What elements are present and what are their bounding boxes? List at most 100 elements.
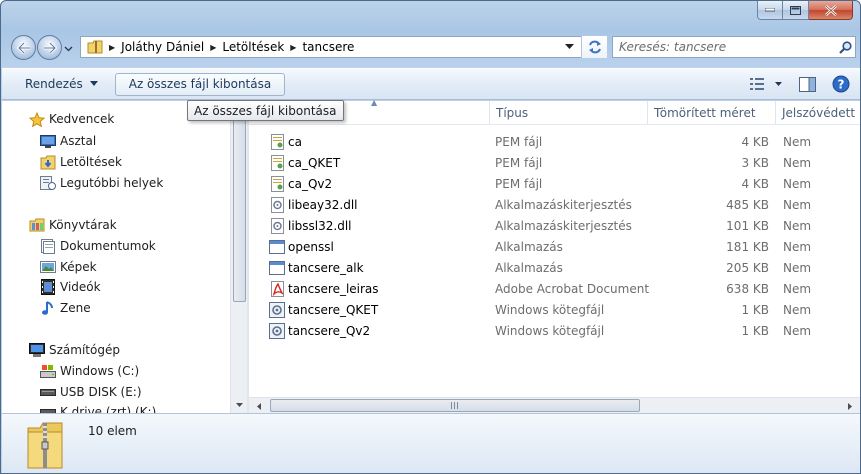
- back-button[interactable]: [11, 35, 36, 60]
- breadcrumb-item-current[interactable]: tancsere: [302, 40, 354, 54]
- refresh-icon: [588, 40, 601, 54]
- organize-button[interactable]: Rendezés: [17, 73, 107, 95]
- close-button[interactable]: [809, 1, 853, 20]
- caption-buttons: [757, 1, 853, 20]
- search-icon[interactable]: [835, 40, 855, 54]
- breadcrumb: ▶ Joláthy Dániel ▶ Letöltések ▶ tancsere: [103, 37, 354, 57]
- computer-icon: [28, 342, 45, 358]
- nav-item-network-drive[interactable]: K drive (zrt) (K:): [39, 403, 156, 413]
- preview-pane-button[interactable]: [796, 73, 818, 95]
- file-row[interactable]: tancsere_QKET Windows kötegfájl 1 KB Nem: [249, 299, 860, 320]
- file-name: ca_Qv2: [288, 176, 333, 191]
- column-header-type[interactable]: Típus: [489, 101, 647, 125]
- change-view-button[interactable]: [748, 73, 784, 95]
- navigation-bar: ▶ Joláthy Dániel ▶ Letöltések ▶ tancsere…: [9, 34, 856, 60]
- nav-item-recent-places[interactable]: Legutóbbi helyek: [39, 174, 163, 192]
- nav-libraries[interactable]: Könyvtárak: [28, 216, 117, 234]
- zip-folder-icon: [26, 420, 64, 473]
- maximize-button[interactable]: [783, 1, 809, 20]
- column-header-compressed-size[interactable]: Tömörített méret: [647, 101, 775, 125]
- extract-all-label: Az összes fájl kibontása: [128, 77, 272, 91]
- file-name-cell[interactable]: tancsere_leiras: [269, 278, 379, 299]
- breadcrumb-separator-icon[interactable]: ▶: [109, 43, 115, 52]
- file-name-cell[interactable]: tancsere_QKET: [269, 299, 378, 320]
- file-row[interactable]: tancsere_leiras Adobe Acrobat Document 638…: [249, 278, 860, 299]
- file-name-cell[interactable]: tancsere_Qv2: [269, 320, 370, 341]
- nav-item-label: Windows (C:): [60, 364, 140, 378]
- scroll-left-arrow-icon[interactable]: [251, 398, 267, 414]
- minimize-button[interactable]: [757, 1, 783, 20]
- tooltip: Az összes fájl kibontása: [187, 100, 344, 121]
- nav-computer[interactable]: Számítógép: [28, 341, 120, 359]
- file-name-cell[interactable]: ca: [269, 131, 302, 152]
- extract-all-button[interactable]: Az összes fájl kibontása: [114, 72, 286, 96]
- downloads-folder-icon: [39, 154, 56, 170]
- address-history-dropdown[interactable]: [557, 36, 581, 58]
- file-type: PEM fájl: [495, 134, 543, 149]
- documents-icon: [39, 238, 56, 254]
- scrollbar-thumb[interactable]: [233, 118, 246, 302]
- file-name-cell[interactable]: ca_QKET: [269, 152, 340, 173]
- file-type: PEM fájl: [495, 176, 543, 191]
- file-name-cell[interactable]: ca_Qv2: [269, 173, 332, 194]
- file-row[interactable]: ca PEM fájl 4 KB Nem: [249, 131, 860, 152]
- breadcrumb-separator-icon[interactable]: ▶: [210, 43, 216, 52]
- file-password-protected: Nem: [783, 197, 812, 212]
- file-row[interactable]: tancsere_alk Alkalmazás 205 KB Nem: [249, 257, 860, 278]
- help-button[interactable]: ?: [830, 73, 852, 95]
- breadcrumb-item-user[interactable]: Joláthy Dániel: [121, 40, 204, 54]
- file-row[interactable]: libssl32.dll Alkalmazáskiterjesztés 101 KB…: [249, 215, 860, 236]
- file-name-cell[interactable]: tancsere_alk: [269, 257, 364, 278]
- file-row[interactable]: ca_Qv2 PEM fájl 4 KB Nem: [249, 173, 860, 194]
- zip-folder-icon: [87, 39, 103, 55]
- file-name-cell[interactable]: libssl32.dll: [269, 215, 352, 236]
- file-compressed-size: 4 KB: [741, 134, 769, 149]
- file-row[interactable]: openssl Alkalmazás 181 KB Nem: [249, 236, 860, 257]
- nav-item-label: Legutóbbi helyek: [60, 176, 164, 190]
- column-header-password-protected[interactable]: Jelszóvédett: [775, 101, 860, 125]
- scrollbar-thumb[interactable]: [270, 399, 640, 412]
- nav-item-drive-c[interactable]: Windows (C:): [39, 362, 139, 380]
- nav-item-usb-disk[interactable]: USB DISK (E:): [39, 383, 142, 401]
- file-name-cell[interactable]: openssl: [269, 236, 334, 257]
- column-type-label: Típus: [496, 106, 529, 120]
- dll-icon: [269, 217, 285, 234]
- file-compressed-size: 4 KB: [741, 176, 769, 191]
- forward-button[interactable]: [37, 35, 62, 60]
- nav-item-videos[interactable]: Videók: [39, 278, 101, 296]
- nav-favorites[interactable]: Kedvencek: [28, 110, 114, 128]
- file-row[interactable]: libeay32.dll Alkalmazáskiterjesztés 485 KB…: [249, 194, 860, 215]
- scroll-right-arrow-icon[interactable]: [842, 398, 858, 414]
- breadcrumb-separator-icon[interactable]: ▶: [290, 43, 296, 52]
- file-password-protected: Nem: [783, 218, 812, 233]
- file-password-protected: Nem: [783, 239, 812, 254]
- libraries-icon: [28, 217, 45, 233]
- recent-pages-dropdown[interactable]: [64, 42, 74, 52]
- file-password-protected: Nem: [783, 176, 812, 191]
- arrow-left-icon: [16, 41, 30, 54]
- nav-item-music[interactable]: Zene: [39, 299, 91, 317]
- address-bar[interactable]: ▶ Joláthy Dániel ▶ Letöltések ▶ tancsere: [80, 36, 607, 58]
- nav-item-pictures[interactable]: Képek: [39, 258, 97, 276]
- file-compressed-size: 181 KB: [726, 239, 769, 254]
- file-type: Alkalmazáskiterjesztés: [495, 197, 632, 212]
- file-type: Adobe Acrobat Document: [495, 281, 650, 296]
- file-password-protected: Nem: [783, 155, 812, 170]
- application-icon: [269, 239, 285, 255]
- file-row[interactable]: tancsere_Qv2 Windows kötegfájl 1 KB Nem: [249, 320, 860, 341]
- file-row[interactable]: ca_QKET PEM fájl 3 KB Nem: [249, 152, 860, 173]
- navigation-pane-scrollbar[interactable]: [230, 101, 247, 413]
- file-name-cell[interactable]: libeay32.dll: [269, 194, 358, 215]
- nav-item-documents[interactable]: Dokumentumok: [39, 237, 156, 255]
- refresh-button[interactable]: [581, 36, 607, 58]
- file-password-protected: Nem: [783, 260, 812, 275]
- nav-item-downloads[interactable]: Letöltések: [39, 153, 122, 171]
- file-password-protected: Nem: [783, 281, 812, 296]
- nav-item-desktop[interactable]: Asztal: [39, 132, 96, 150]
- command-bar: Rendezés Az összes fájl kibontása ?: [2, 68, 860, 100]
- desktop-icon: [39, 133, 56, 149]
- scroll-down-arrow-icon[interactable]: [231, 397, 248, 413]
- breadcrumb-item-downloads[interactable]: Letöltések: [222, 40, 284, 54]
- horizontal-scrollbar[interactable]: [249, 397, 860, 413]
- search-input[interactable]: Keresés: tancsere: [612, 36, 856, 58]
